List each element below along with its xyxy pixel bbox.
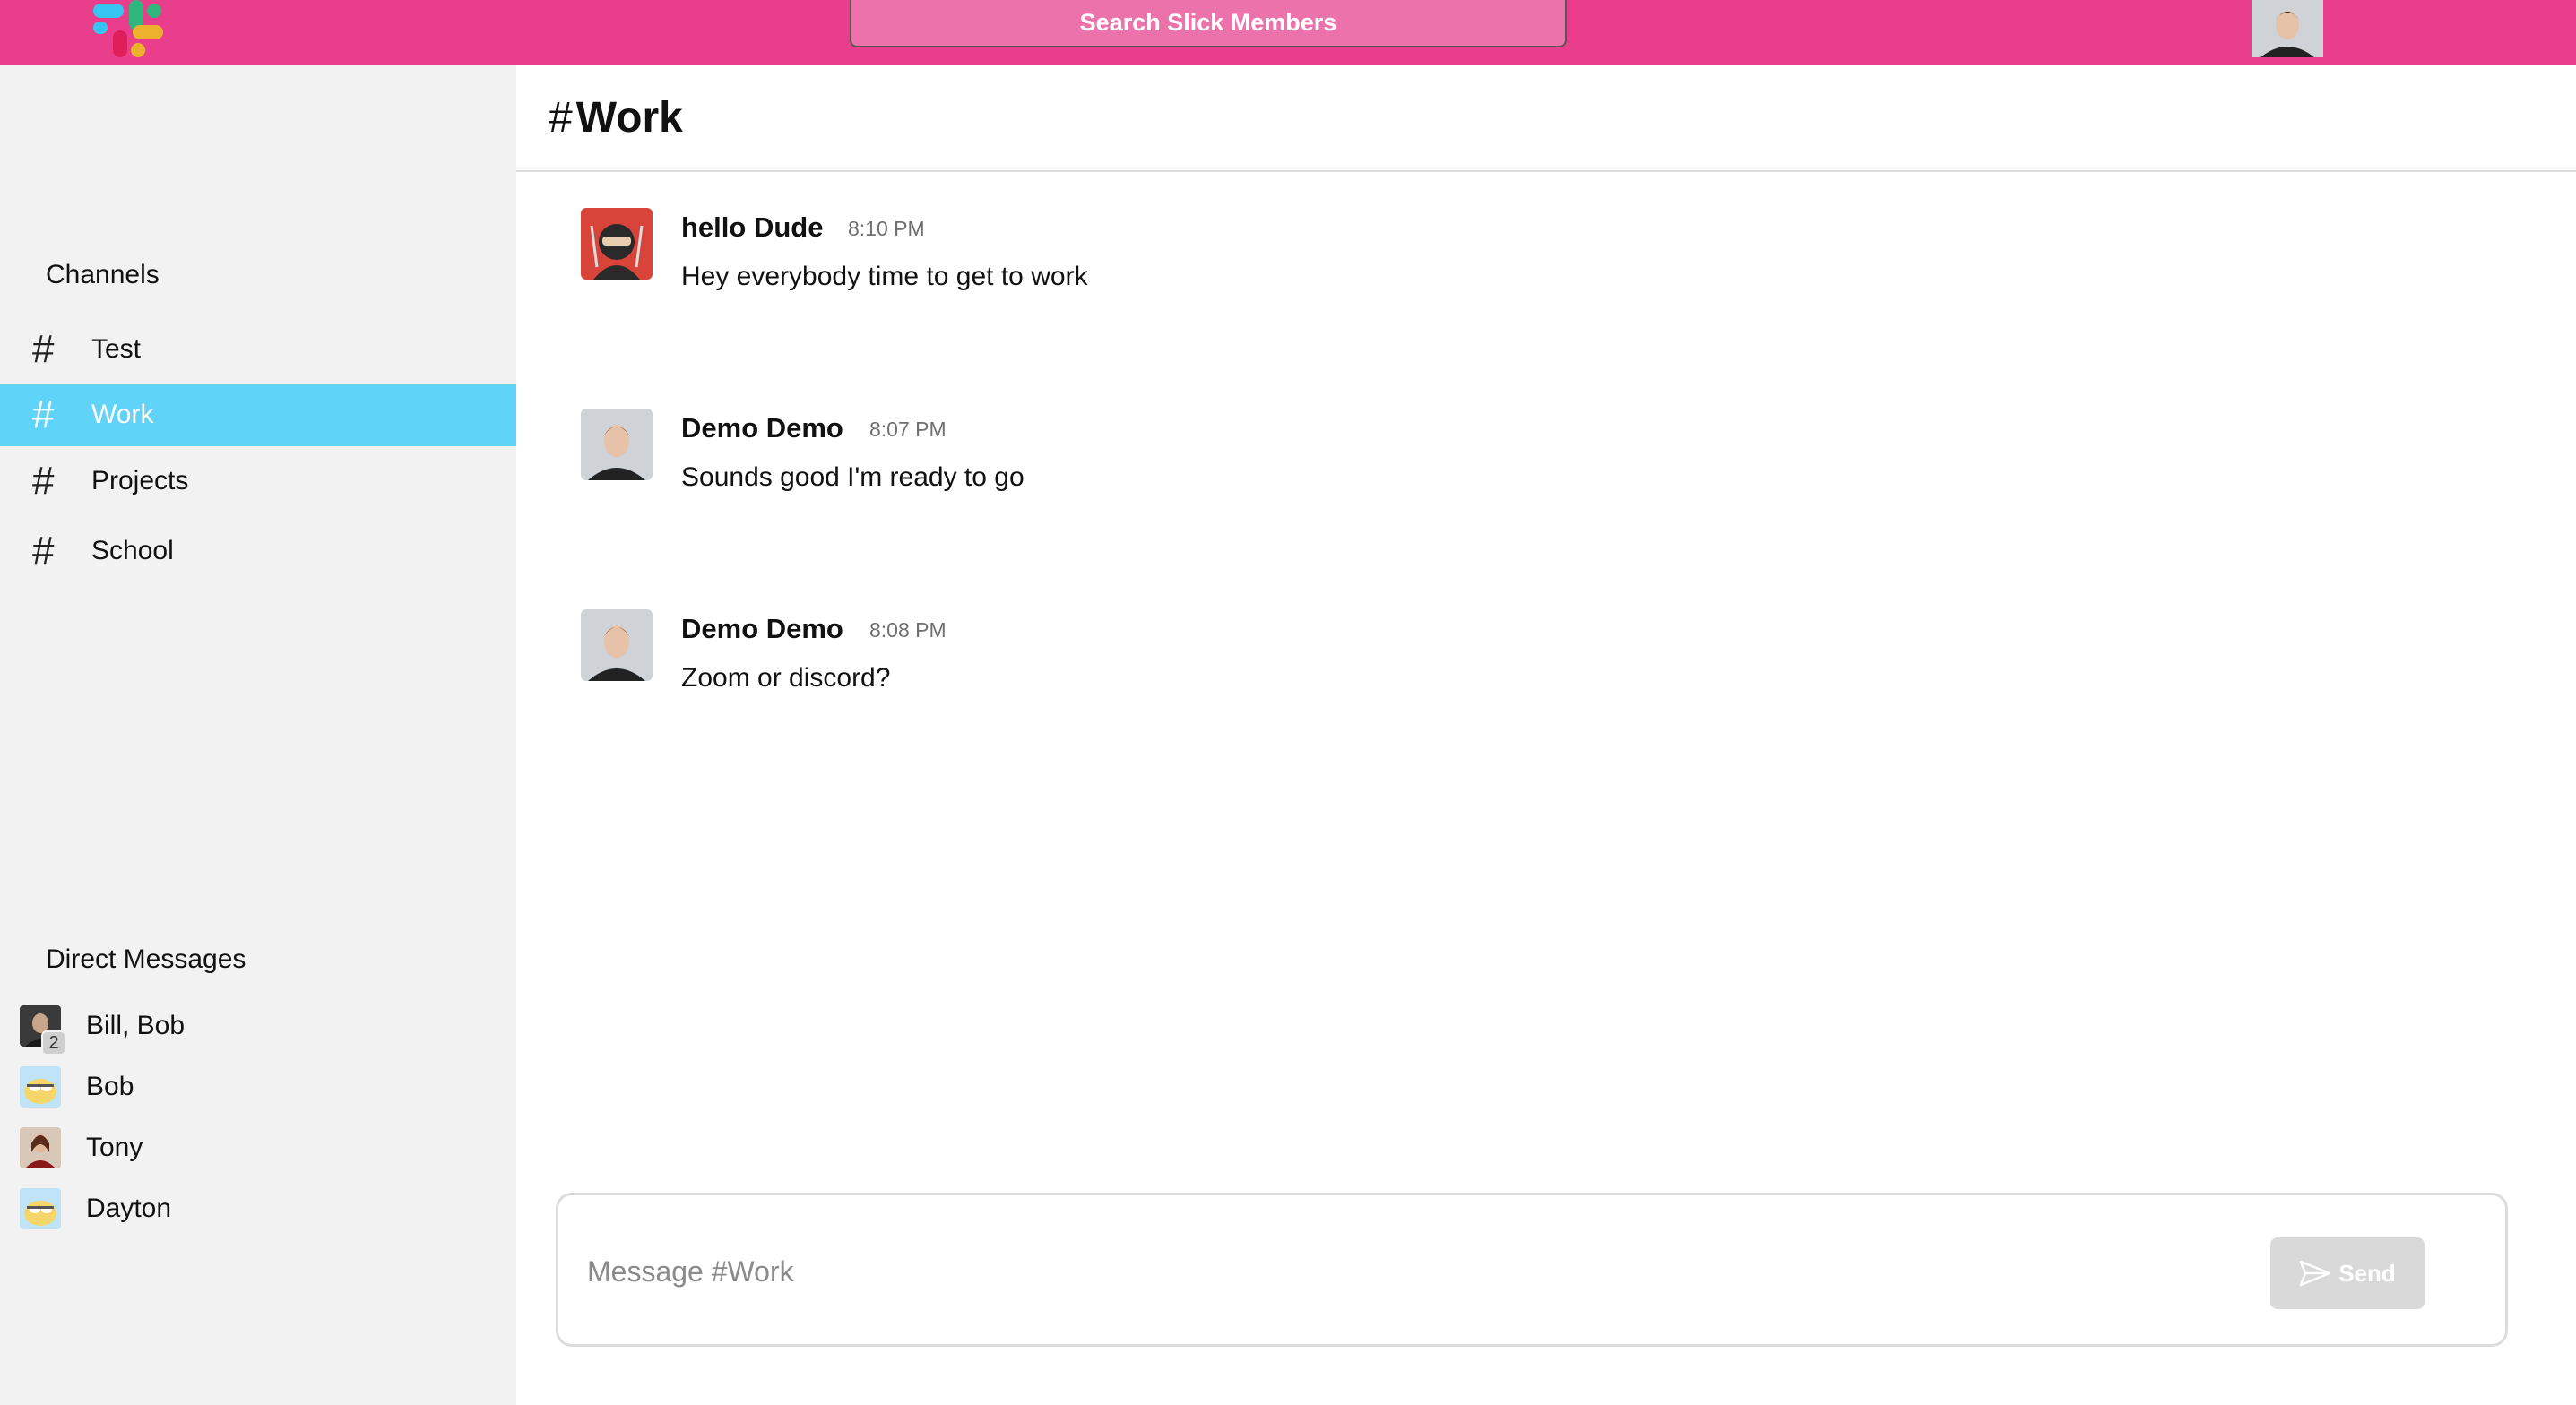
message-item: Demo Demo 8:08 PM Zoom or discord? [581,609,2194,699]
hash-icon: # [549,93,573,142]
sidebar-item-school[interactable]: # School [0,520,516,582]
message-item: Demo Demo 8:07 PM Sounds good I'm ready … [581,409,2194,498]
dm-item-label: Tony [86,1133,143,1162]
message-author[interactable]: Demo Demo [681,412,843,444]
hash-icon: # [32,459,55,503]
dm-item-dayton[interactable]: Dayton [0,1183,516,1235]
sidebar-item-test[interactable]: # Test [0,318,516,381]
sidebar-item-label: Projects [91,466,189,496]
message-author[interactable]: hello Dude [681,211,823,244]
channel-header: # Work [516,65,2576,172]
search-members-button[interactable]: Search Slick Members [850,0,1567,47]
ninja-avatar-icon[interactable] [581,208,653,280]
dm-item-bill-bob[interactable]: 2 Bill, Bob [0,1000,516,1056]
message-input[interactable] [587,1240,2200,1303]
message-item: hello Dude 8:10 PM Hey everybody time to… [581,208,2194,297]
direct-messages-title: Direct Messages [46,944,246,974]
slack-logo-icon[interactable] [90,0,167,59]
dm-item-label: Dayton [86,1194,172,1223]
sidebar-item-label: School [91,536,174,565]
top-bar: Search Slick Members [0,0,2576,65]
message-author[interactable]: Demo Demo [681,613,843,645]
message-time: 8:07 PM [869,418,947,441]
user-avatar-icon[interactable] [581,609,653,681]
sidebar-item-label: Work [91,400,154,429]
message-time: 8:10 PM [848,217,925,240]
dm-item-bob[interactable]: Bob [0,1061,516,1113]
unread-count-badge: 2 [41,1030,66,1056]
paper-plane-icon [2299,1260,2331,1287]
send-label: Send [2338,1259,2396,1287]
message-text: Sounds good I'm ready to go [681,462,1024,492]
page-title: Work [575,93,683,142]
user-avatar-icon[interactable] [2252,0,2323,57]
avatar [20,1188,61,1229]
message-text: Hey everybody time to get to work [681,262,1088,291]
sidebar-item-label: Test [91,334,142,364]
sidebar-item-projects[interactable]: # Projects [0,450,516,513]
avatar [20,1127,61,1168]
send-button[interactable]: Send [2270,1237,2425,1309]
dm-item-label: Bob [86,1072,134,1101]
dm-item-tony[interactable]: Tony [0,1122,516,1174]
hash-icon: # [32,392,55,436]
user-avatar-icon[interactable] [581,409,653,480]
message-text: Zoom or discord? [681,663,891,693]
sidebar: Channels # Test # Work # Projects # Scho… [0,65,516,1405]
channels-title: Channels [46,260,160,289]
avatar [20,1066,61,1108]
sidebar-item-work[interactable]: # Work [0,384,516,446]
hash-icon: # [32,327,55,371]
avatar: 2 [20,1005,66,1056]
message-time: 8:08 PM [869,618,947,642]
message-composer: Send [556,1193,2508,1347]
hash-icon: # [32,529,55,573]
dm-item-label: Bill, Bob [86,1011,186,1040]
